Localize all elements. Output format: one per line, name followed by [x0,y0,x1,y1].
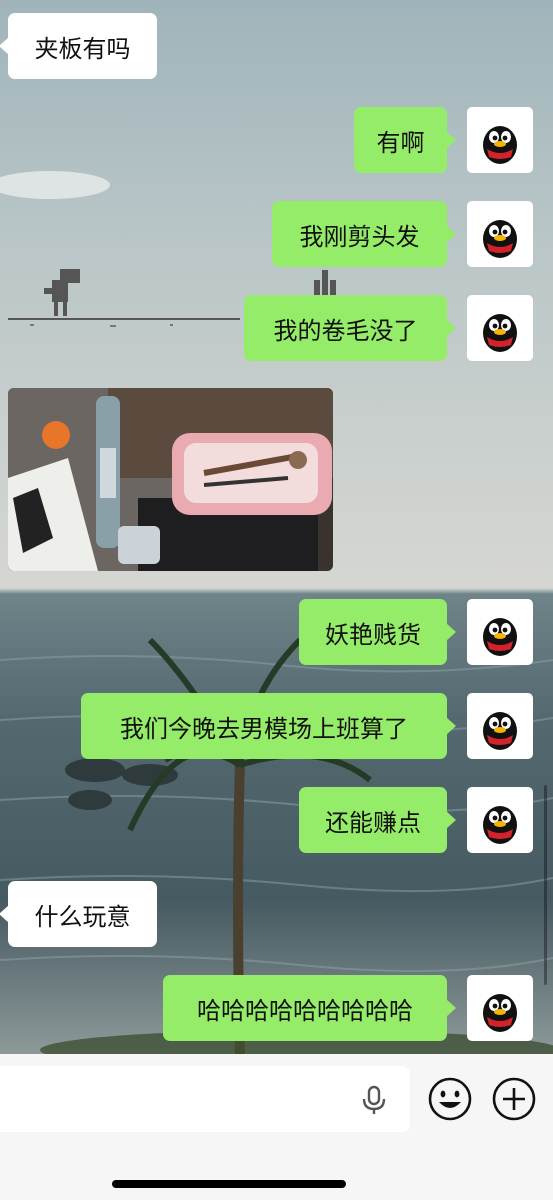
plus-circle-icon[interactable] [491,1076,537,1122]
message-bubble-outgoing[interactable]: 我们今晚去男模场上班算了 [81,693,456,759]
penguin-avatar-icon[interactable] [467,107,533,173]
penguin-avatar-icon[interactable] [467,201,533,267]
penguin-avatar-icon[interactable] [467,787,533,853]
message-input-container [0,1066,410,1134]
bag-photo [8,388,333,571]
message-bubble-outgoing[interactable]: 还能赚点 [299,787,456,853]
image-message[interactable] [8,388,333,571]
emoji-smile-icon[interactable] [427,1076,473,1122]
message-bubble-outgoing[interactable]: 有啊 [354,107,456,173]
message-bubble-incoming[interactable]: 什么玩意 [0,881,157,947]
message-bubble-outgoing[interactable]: 妖艳贱货 [299,599,456,665]
penguin-avatar-icon[interactable] [467,599,533,665]
input-bar [0,1054,553,1200]
home-indicator[interactable] [112,1180,346,1188]
message-bubble-outgoing[interactable]: 哈哈哈哈哈哈哈哈哈 [163,975,456,1041]
penguin-avatar-icon[interactable] [467,295,533,361]
microphone-icon[interactable] [358,1084,390,1116]
message-bubble-outgoing[interactable]: 我刚剪头发 [272,201,456,267]
message-bubble-incoming[interactable]: 夹板有吗 [0,13,157,79]
penguin-avatar-icon[interactable] [467,975,533,1041]
scrollbar[interactable] [544,785,547,985]
message-bubble-outgoing[interactable]: 我的卷毛没了 [244,295,456,361]
message-input[interactable] [14,1066,348,1134]
penguin-avatar-icon[interactable] [467,693,533,759]
